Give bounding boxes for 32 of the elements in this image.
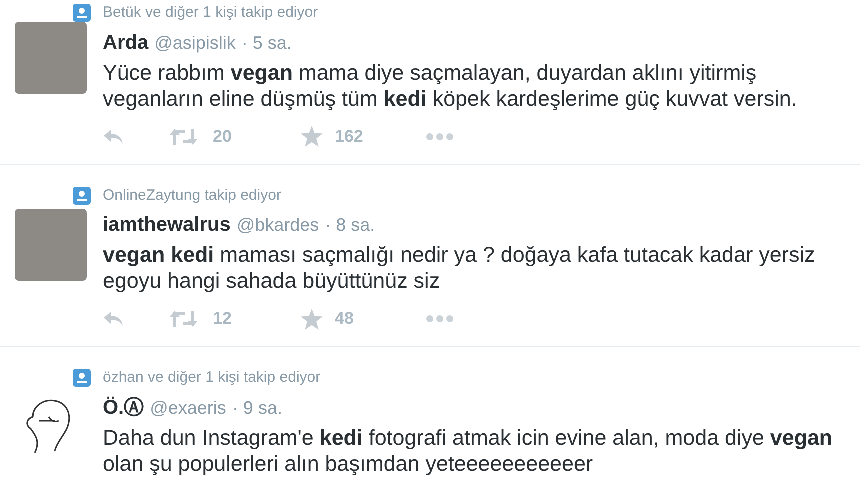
star-icon[interactable] xyxy=(301,126,323,147)
timestamp[interactable]: · 5 sa. xyxy=(242,30,292,56)
tweet-text: Daha dun Instagram'e kedi fotografi atmak icin evine alan, moda diye vegan olan şu populerleri alın başımdan yeteeeeeeeeeeer xyxy=(103,424,834,476)
favorite-count: 162 xyxy=(335,126,364,148)
timestamp[interactable]: · 8 sa. xyxy=(325,212,376,239)
user-name[interactable]: Arda xyxy=(103,28,149,58)
person-icon xyxy=(73,4,91,22)
more-icon[interactable] xyxy=(426,132,454,140)
user-handle[interactable]: @bkardes xyxy=(236,212,320,239)
tweet-text: Yüce rabbım vegan mama diye saçmalayan, duyardan aklını yitirmiş veganların eline düşmüş tüm kedi köpek kardeşlerime güç kuvvat versin. xyxy=(103,60,798,112)
person-icon xyxy=(73,186,91,205)
retweet-icon[interactable] xyxy=(169,128,199,146)
user-handle[interactable]: @exaeris xyxy=(150,394,226,422)
avatar-photo-placeholder[interactable] xyxy=(15,22,87,94)
retweet-count: 12 xyxy=(213,308,232,330)
more-icon[interactable] xyxy=(426,315,454,323)
retweet-count: 20 xyxy=(213,126,232,148)
social-context: OnlineZaytung takip ediyor xyxy=(103,186,282,206)
user-handle[interactable]: @asipislik xyxy=(154,30,236,56)
user-name[interactable]: Ö.Ⓐ xyxy=(103,392,144,422)
avatar-photo-placeholder[interactable] xyxy=(15,208,87,280)
user-name[interactable]: iamthewalrus xyxy=(103,210,231,240)
favorite-count: 48 xyxy=(335,308,354,330)
social-context: özhan ve diğer 1 kişi takip ediyor xyxy=(103,368,321,388)
tweet-text: vegan kedi maması saçmalığı nedir ya ? doğaya kafa tutacak kadar yersiz egoyu hangi sahada büyüttünüz siz xyxy=(103,242,816,294)
star-icon[interactable] xyxy=(301,308,323,330)
retweet-icon[interactable] xyxy=(169,310,199,328)
reply-icon[interactable] xyxy=(103,311,125,327)
social-context: Betük ve diğer 1 kişi takip ediyor xyxy=(103,3,318,23)
timestamp[interactable]: · 9 sa. xyxy=(232,394,282,422)
person-icon xyxy=(73,369,91,388)
reply-icon[interactable] xyxy=(103,128,125,144)
